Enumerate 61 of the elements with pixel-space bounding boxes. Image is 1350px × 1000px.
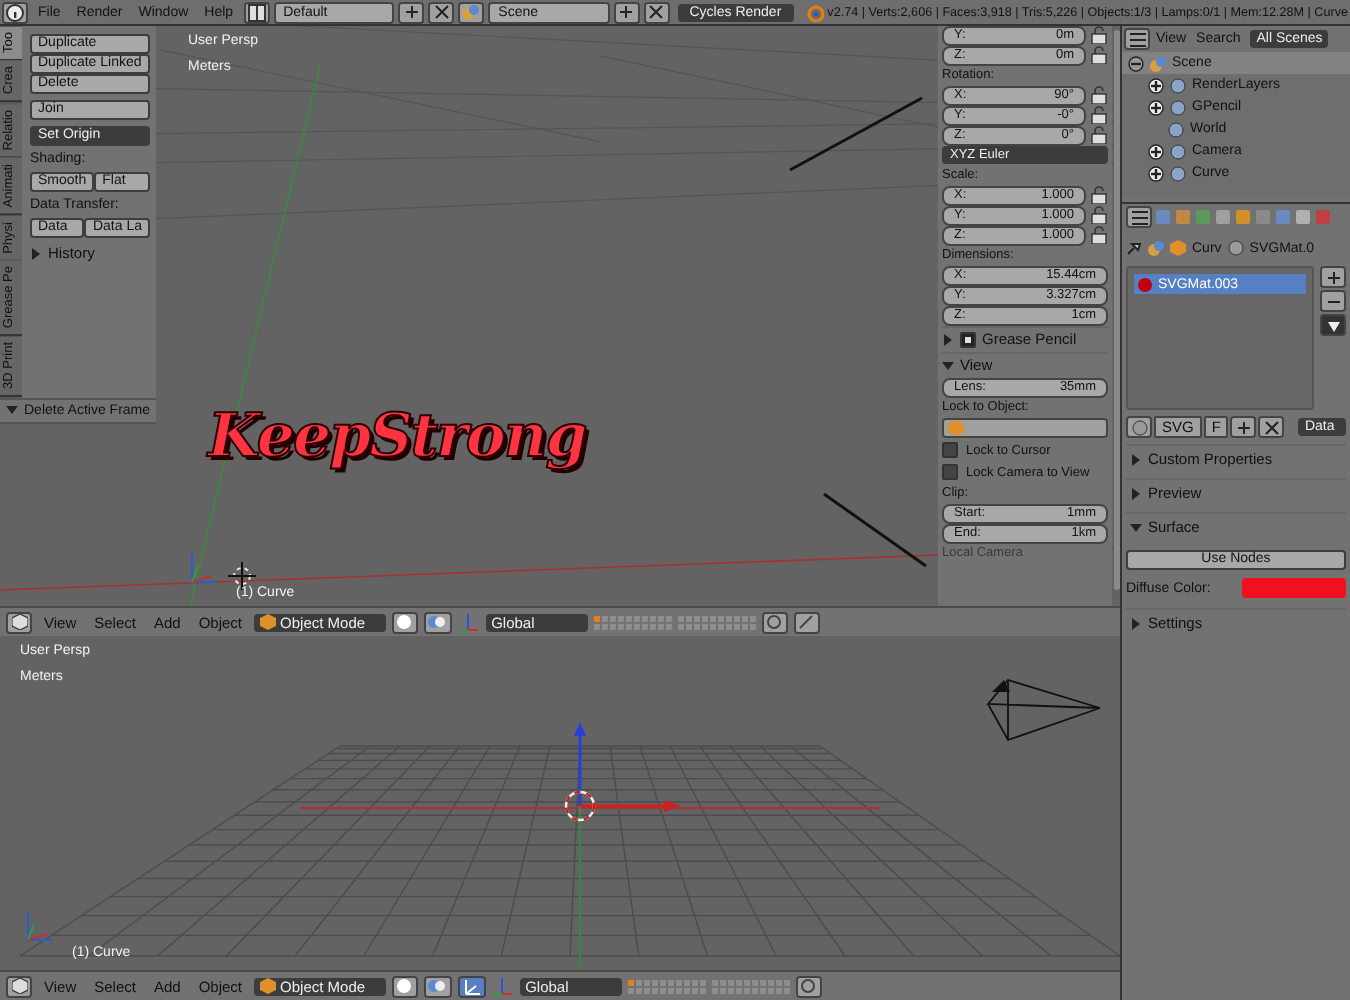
add-icon[interactable] — [1320, 266, 1346, 288]
add-icon[interactable] — [1230, 416, 1257, 438]
lock-icon[interactable] — [1090, 206, 1108, 224]
material-sphere-icon — [1227, 240, 1244, 256]
checkbox[interactable] — [942, 442, 958, 458]
snap-icon[interactable] — [793, 611, 820, 633]
cube-icon — [260, 614, 277, 630]
disclosure-triangle-icon[interactable] — [6, 404, 18, 417]
checkbox[interactable] — [960, 331, 976, 347]
object-field[interactable] — [942, 418, 1108, 438]
expand-toggle-icon[interactable] — [1148, 165, 1164, 181]
pin-icon[interactable] — [1126, 240, 1142, 256]
shading-sphere-icon[interactable] — [391, 975, 418, 997]
expand-toggle-icon[interactable] — [1148, 77, 1164, 93]
disclosure-triangle-icon[interactable] — [1130, 487, 1142, 499]
camera-drawing — [984, 676, 1104, 746]
color-swatch[interactable] — [1242, 578, 1346, 598]
logo-icon — [805, 3, 824, 21]
disclosure-triangle-icon[interactable] — [942, 333, 954, 345]
expand-toggle-icon[interactable] — [1148, 143, 1164, 159]
disclosure-triangle-icon[interactable] — [1130, 521, 1142, 533]
disclosure-triangle-icon[interactable] — [1130, 453, 1142, 465]
3d-viewport[interactable] — [0, 26, 1120, 606]
proportional-edit-icon[interactable] — [761, 611, 788, 633]
expand-toggle-icon[interactable] — [1128, 55, 1144, 71]
scene-icon[interactable] — [458, 1, 485, 23]
lock-icon[interactable] — [1090, 86, 1108, 104]
editor-type-icon[interactable] — [1126, 206, 1152, 228]
info-editor-icon[interactable] — [2, 1, 28, 23]
close-icon[interactable] — [643, 1, 670, 23]
disclosure-triangle-icon[interactable] — [1130, 617, 1142, 629]
lock-icon[interactable] — [1090, 46, 1108, 64]
cube-icon — [1170, 240, 1186, 256]
proportional-edit-icon[interactable] — [795, 975, 822, 997]
scene-icon — [1148, 240, 1164, 256]
material-browse-icon[interactable] — [1126, 416, 1152, 438]
pivot-icon[interactable] — [423, 611, 452, 633]
editor-type-icon[interactable] — [6, 611, 32, 633]
close-icon[interactable] — [1258, 416, 1285, 438]
shading-sphere-icon[interactable] — [391, 611, 418, 633]
layout-icon[interactable] — [243, 1, 270, 23]
lock-icon[interactable] — [1090, 106, 1108, 124]
remove-icon[interactable] — [1320, 290, 1346, 312]
editor-type-icon[interactable] — [6, 975, 32, 997]
lock-icon[interactable] — [1090, 26, 1108, 44]
lock-icon[interactable] — [1090, 226, 1108, 244]
manipulator-icon[interactable] — [457, 975, 486, 997]
pivot-icon[interactable] — [423, 975, 452, 997]
disclosure-triangle-icon[interactable] — [942, 359, 954, 371]
checkbox[interactable] — [942, 464, 958, 480]
close-icon[interactable] — [428, 1, 455, 23]
add-icon[interactable] — [398, 1, 425, 23]
disclosure-triangle-icon[interactable] — [30, 247, 42, 259]
lock-icon[interactable] — [1090, 186, 1108, 204]
editor-type-icon[interactable] — [1124, 28, 1150, 50]
lock-icon[interactable] — [1090, 126, 1108, 144]
cube-icon — [260, 978, 277, 994]
expand-toggle-icon[interactable] — [1148, 99, 1164, 115]
cube-icon — [948, 420, 964, 436]
add-icon[interactable] — [613, 1, 640, 23]
scene-icon — [1150, 55, 1166, 71]
